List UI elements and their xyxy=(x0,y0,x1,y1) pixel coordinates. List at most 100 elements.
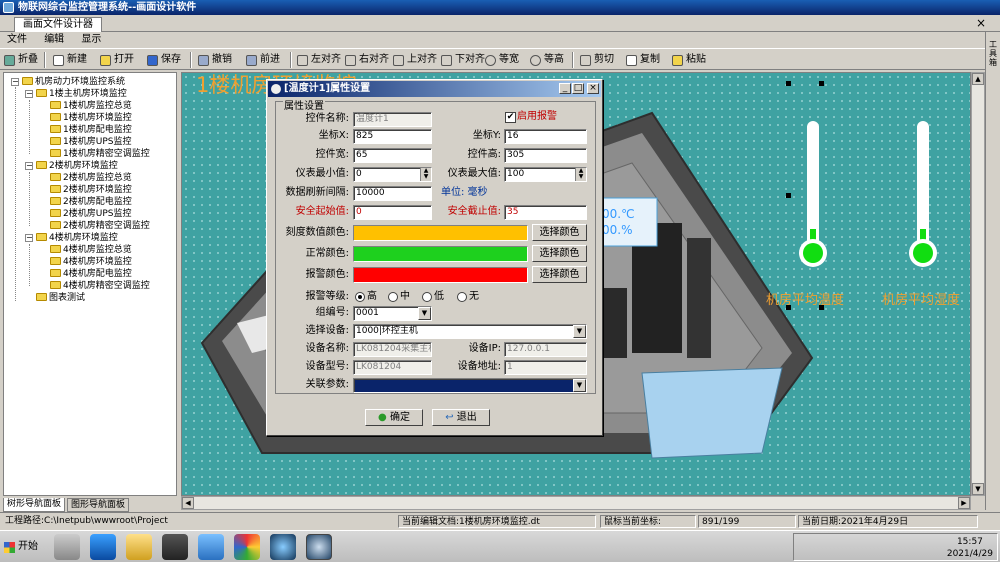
tree-root[interactable]: 机房动力环境监控系统 xyxy=(22,76,125,88)
close-icon[interactable]: × xyxy=(587,83,599,94)
tree-collapse-toggle[interactable]: − xyxy=(25,90,33,98)
coord-x-field[interactable]: 825 xyxy=(353,129,432,144)
align-left-button[interactable]: 左对齐 xyxy=(297,52,341,68)
remote-desktop-icon[interactable] xyxy=(198,534,224,560)
align-right-button[interactable]: 右对齐 xyxy=(345,52,389,68)
vertical-scrollbar[interactable]: ▲ ▼ xyxy=(971,72,985,496)
scroll-down-icon[interactable]: ▼ xyxy=(972,483,984,495)
alarm-level-low-radio[interactable] xyxy=(422,292,432,302)
device-ip-field[interactable]: 127.0.0.1 xyxy=(504,342,587,357)
tree-group-floor4[interactable]: 4楼机房环境监控 xyxy=(36,232,118,244)
save-button[interactable]: 保存 xyxy=(147,52,181,68)
tab-tree-panel[interactable]: 树形导航面板 xyxy=(3,498,66,512)
explorer-icon[interactable] xyxy=(126,534,152,560)
maximize-icon[interactable]: □ xyxy=(572,83,584,94)
device-addr-field[interactable]: 1 xyxy=(504,360,587,375)
minimize-icon[interactable]: _ xyxy=(559,83,571,94)
chevron-down-icon[interactable]: ▼ xyxy=(418,307,431,320)
refresh-field[interactable]: 10000 xyxy=(353,186,432,201)
paste-button[interactable]: 粘贴 xyxy=(672,52,706,68)
ok-button[interactable]: ● 确定 xyxy=(365,409,423,426)
tree-group-floor2[interactable]: 2楼机房环境监控 xyxy=(36,160,118,172)
normal-color-button[interactable]: 选择颜色 xyxy=(532,245,587,262)
cut-button[interactable]: 剪切 xyxy=(580,52,614,68)
tree-item[interactable]: 1楼机房环境监控 xyxy=(50,112,132,124)
align-bottom-button[interactable]: 下对齐 xyxy=(441,52,485,68)
selection-handle[interactable] xyxy=(786,193,791,198)
dialog-title-bar[interactable]: [温度计1]属性设置 _ □ × xyxy=(268,81,601,97)
scroll-right-icon[interactable]: ▶ xyxy=(958,497,970,509)
clock[interactable]: 15:57 2021/4/29 xyxy=(947,536,993,560)
tree-item[interactable]: 1楼机房配电监控 xyxy=(50,124,132,136)
tree-item[interactable]: 4楼机房监控总览 xyxy=(50,244,132,256)
copy-button[interactable]: 复制 xyxy=(626,52,660,68)
control-name-field[interactable]: 温度计1 xyxy=(353,112,432,127)
tree-item[interactable]: 2楼机房配电监控 xyxy=(50,196,132,208)
paint-icon[interactable] xyxy=(234,534,260,560)
scroll-left-icon[interactable]: ◀ xyxy=(182,497,194,509)
tree-item[interactable]: 1楼机房精密空调监控 xyxy=(50,148,150,160)
start-button[interactable]: 开始 xyxy=(2,537,42,557)
tree-item[interactable]: 4楼机房配电监控 xyxy=(50,268,132,280)
alarm-level-high-radio[interactable] xyxy=(355,292,365,302)
spin-arrows-icon[interactable]: ▲ ▼ xyxy=(420,168,431,181)
tree-collapse-toggle[interactable]: − xyxy=(11,78,19,86)
alarm-level-none-radio[interactable] xyxy=(457,292,467,302)
selection-handle[interactable] xyxy=(786,81,791,86)
coord-y-field[interactable]: 16 xyxy=(504,129,587,144)
device-model-field[interactable]: LK081204 xyxy=(353,360,432,375)
selection-handle[interactable] xyxy=(819,81,824,86)
tree-item[interactable]: 4楼机房精密空调监控 xyxy=(50,280,150,292)
align-top-button[interactable]: 上对齐 xyxy=(393,52,437,68)
spin-arrows-icon[interactable]: ▲ ▼ xyxy=(575,168,586,181)
undo-button[interactable]: 撤销 xyxy=(198,52,232,68)
min-value-stepper[interactable]: 0 ▲ ▼ xyxy=(353,167,432,182)
new-button[interactable]: 新建 xyxy=(53,52,87,68)
tree-group-floor1[interactable]: 1楼主机房环境监控 xyxy=(36,88,127,100)
tree-item[interactable]: 2楼机房UPS监控 xyxy=(50,208,131,220)
tree-item[interactable]: 1楼机房UPS监控 xyxy=(50,136,131,148)
open-button[interactable]: 打开 xyxy=(100,52,134,68)
safe-start-field[interactable]: 0 xyxy=(353,205,432,220)
enable-alarm-checkbox[interactable]: ✔ xyxy=(505,112,516,123)
tab-graphic-panel[interactable]: 图形导航面板 xyxy=(67,498,130,512)
redo-button[interactable]: 前进 xyxy=(246,52,280,68)
tree-item[interactable]: 2楼机房精密空调监控 xyxy=(50,220,150,232)
equal-width-button[interactable]: 等宽 xyxy=(485,52,519,68)
tree-item[interactable]: 2楼机房监控总览 xyxy=(50,172,132,184)
alarm-level-mid-radio[interactable] xyxy=(388,292,398,302)
chevron-down-icon[interactable]: ▼ xyxy=(573,379,586,392)
fold-button[interactable]: 折叠 xyxy=(4,52,38,68)
tree-item-chart-test[interactable]: 图表测试 xyxy=(36,292,85,304)
group-no-select[interactable]: 0001 ▼ xyxy=(353,306,432,321)
document-tab[interactable]: 画面文件设计器 xyxy=(14,17,102,32)
equal-height-button[interactable]: 等高 xyxy=(530,52,564,68)
close-document-icon[interactable]: × xyxy=(976,16,986,30)
scroll-up-icon[interactable]: ▲ xyxy=(972,73,984,85)
tree-item[interactable]: 1楼机房监控总览 xyxy=(50,100,132,112)
chevron-down-icon[interactable]: ▼ xyxy=(573,325,586,338)
tree-item[interactable]: 2楼机房环境监控 xyxy=(50,184,132,196)
designer-app-icon[interactable] xyxy=(306,534,332,560)
max-value-stepper[interactable]: 100 ▲ ▼ xyxy=(504,167,587,182)
exit-button[interactable]: ↩ 退出 xyxy=(432,409,490,426)
alarm-color-button[interactable]: 选择颜色 xyxy=(532,266,587,283)
menu-file[interactable]: 文件 xyxy=(0,32,34,48)
menu-edit[interactable]: 编辑 xyxy=(37,32,71,48)
tree-collapse-toggle[interactable]: − xyxy=(25,234,33,242)
tree-collapse-toggle[interactable]: − xyxy=(25,162,33,170)
related-param-select[interactable]: ▼ xyxy=(353,378,587,393)
device-name-field[interactable]: LK081204采集主机 xyxy=(353,342,432,357)
scale-color-button[interactable]: 选择颜色 xyxy=(532,224,587,241)
powershell-icon[interactable] xyxy=(90,534,116,560)
height-field[interactable]: 305 xyxy=(504,148,587,163)
tree-item[interactable]: 4楼机房环境监控 xyxy=(50,256,132,268)
network-app-icon[interactable] xyxy=(54,534,80,560)
menu-view[interactable]: 显示 xyxy=(74,32,108,48)
width-field[interactable]: 65 xyxy=(353,148,432,163)
tools-icon[interactable] xyxy=(162,534,188,560)
media-icon[interactable] xyxy=(270,534,296,560)
select-device-select[interactable]: 1000|环控主机 ▼ xyxy=(353,324,587,339)
horizontal-scrollbar[interactable]: ◀ ▶ xyxy=(181,496,971,510)
safe-end-field[interactable]: 35 xyxy=(504,205,587,220)
